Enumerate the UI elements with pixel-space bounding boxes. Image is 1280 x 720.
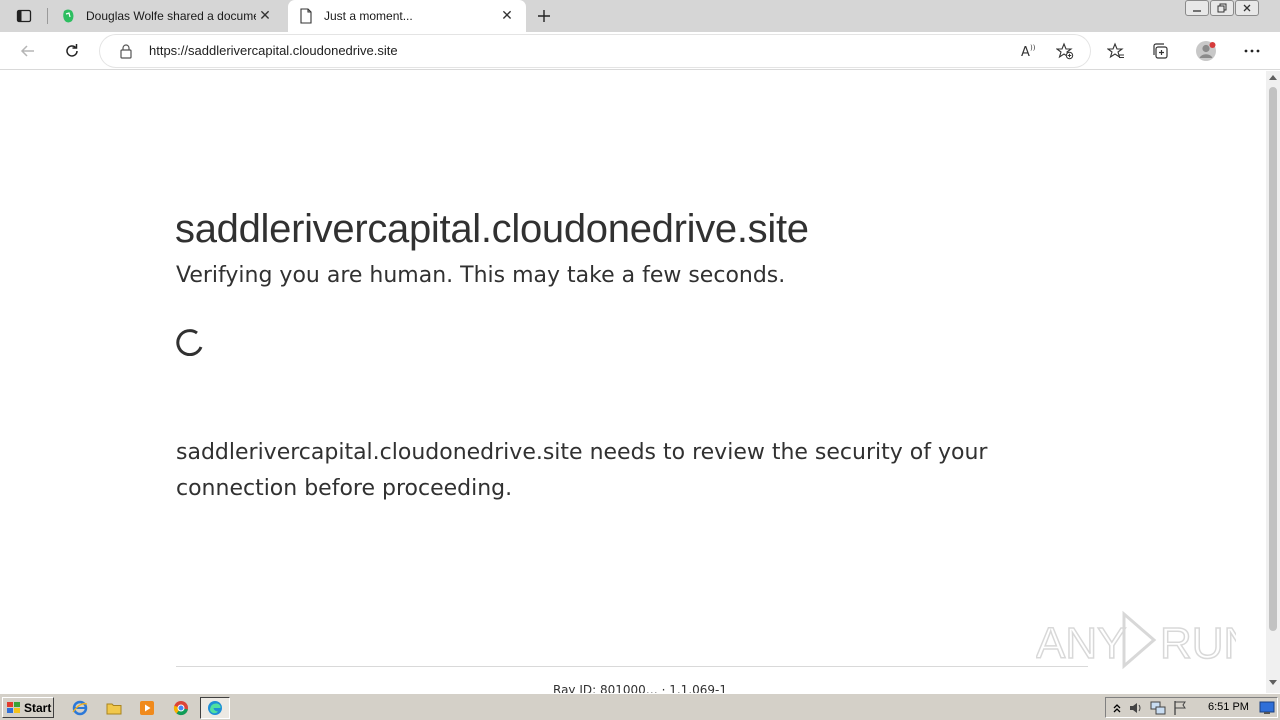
tab-douglas-wolfe[interactable]: Douglas Wolfe shared a documen ✕ [50, 0, 284, 32]
page-heading: saddlerivercapital.cloudonedrive.site [175, 207, 809, 251]
folder-icon[interactable] [104, 698, 124, 718]
favorites-icon [1107, 42, 1124, 59]
collections-icon [1153, 43, 1168, 59]
collections-button[interactable] [1146, 37, 1174, 65]
restore-button[interactable] [1210, 0, 1234, 16]
tab-title: Douglas Wolfe shared a documen [86, 9, 256, 23]
profile-button[interactable] [1192, 37, 1220, 65]
tab-just-a-moment[interactable]: Just a moment... ✕ [288, 0, 526, 32]
edge-icon [208, 701, 222, 715]
back-arrow-icon [20, 45, 34, 57]
avatar-icon [1196, 41, 1216, 61]
close-tab-icon[interactable]: ✕ [498, 7, 516, 25]
page-scrollbar[interactable] [1266, 71, 1280, 693]
window-controls [1184, 0, 1259, 18]
loading-spinner-icon [176, 329, 203, 356]
tab-strip: Douglas Wolfe shared a documen ✕ Just a … [0, 0, 1280, 32]
add-favorite-icon[interactable] [1056, 42, 1074, 60]
close-tab-icon[interactable]: ✕ [256, 7, 274, 25]
tab-separator [47, 8, 48, 24]
chrome-icon[interactable] [171, 698, 191, 718]
action-center-flag-icon[interactable] [1172, 700, 1188, 716]
svg-text:RUN: RUN [1160, 619, 1236, 668]
tab-title: Just a moment... [324, 9, 413, 23]
start-button[interactable]: Start [2, 697, 54, 718]
footer-divider [176, 666, 1088, 667]
restore-icon [1217, 3, 1227, 13]
ie-icon[interactable] [70, 698, 90, 718]
system-tray: 6:51 PM [1105, 697, 1278, 718]
taskbar-clock[interactable]: 6:51 PM [1208, 701, 1249, 713]
anyrun-watermark-logo: ANY RUN [1036, 610, 1236, 670]
media-player-icon[interactable] [137, 698, 157, 718]
scrollbar-thumb[interactable] [1269, 87, 1277, 631]
settings-more-button[interactable] [1238, 37, 1266, 65]
close-icon [1243, 4, 1251, 12]
close-window-button[interactable] [1235, 0, 1259, 16]
new-tab-button[interactable] [532, 4, 556, 28]
tab-actions-button[interactable] [8, 4, 40, 28]
network-icon[interactable] [1150, 700, 1166, 716]
refresh-button[interactable] [58, 37, 86, 65]
plus-icon [538, 10, 550, 22]
volume-icon[interactable] [1128, 700, 1144, 716]
browser-toolbar: https://saddlerivercapital.cloudonedrive… [0, 32, 1280, 70]
windows-taskbar: Start 6:51 PM [0, 693, 1280, 720]
ray-id: Ray ID: 801000… · 1.1.069-1 [553, 683, 727, 693]
minimize-button[interactable] [1185, 0, 1209, 16]
back-button[interactable] [14, 37, 42, 65]
svg-text:)): )) [1030, 44, 1036, 52]
verifying-message: Verifying you are human. This may take a… [176, 263, 786, 288]
scroll-down-arrow-icon[interactable] [1269, 680, 1277, 685]
minimize-icon [1193, 10, 1201, 12]
page-icon [298, 8, 314, 24]
evernote-icon [60, 8, 76, 24]
more-dots-icon [1244, 49, 1260, 53]
address-bar[interactable]: https://saddlerivercapital.cloudonedrive… [100, 35, 1090, 67]
address-url[interactable]: https://saddlerivercapital.cloudonedrive… [149, 43, 398, 58]
favorites-button[interactable] [1102, 37, 1130, 65]
tab-actions-icon [16, 9, 32, 23]
scroll-up-arrow-icon[interactable] [1269, 75, 1277, 80]
show-desktop-icon[interactable] [1259, 700, 1275, 716]
security-review-message: saddlerivercapital.cloudonedrive.site ne… [176, 440, 988, 501]
svg-text:A: A [1021, 45, 1030, 60]
read-aloud-icon[interactable]: A)) [1020, 42, 1038, 60]
start-label: Start [24, 700, 52, 715]
edge-taskbar-button[interactable] [200, 697, 230, 719]
page-content: saddlerivercapital.cloudonedrive.site Ve… [0, 71, 1266, 693]
windows-logo-icon [7, 701, 20, 713]
show-hidden-icons-icon[interactable] [1109, 700, 1125, 716]
svg-text:ANY: ANY [1036, 619, 1126, 668]
lock-icon[interactable] [118, 43, 134, 59]
refresh-icon [66, 44, 78, 57]
